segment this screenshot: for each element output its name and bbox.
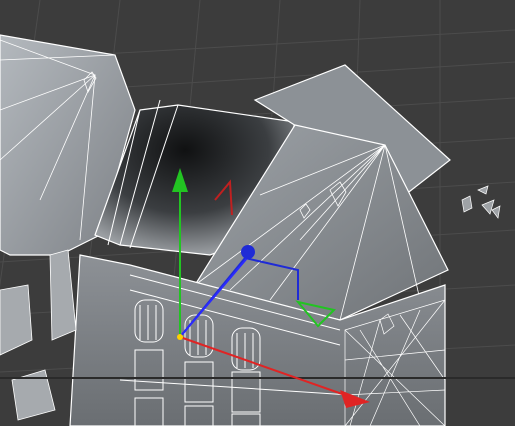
gizmo-origin[interactable] bbox=[177, 334, 183, 340]
3d-viewport[interactable] bbox=[0, 0, 515, 426]
z-axis-ball-handle[interactable] bbox=[241, 245, 255, 259]
building-model[interactable] bbox=[0, 34, 501, 426]
floating-shards bbox=[461, 185, 501, 219]
viewport-canvas[interactable] bbox=[0, 0, 515, 426]
left-debris bbox=[0, 249, 77, 421]
